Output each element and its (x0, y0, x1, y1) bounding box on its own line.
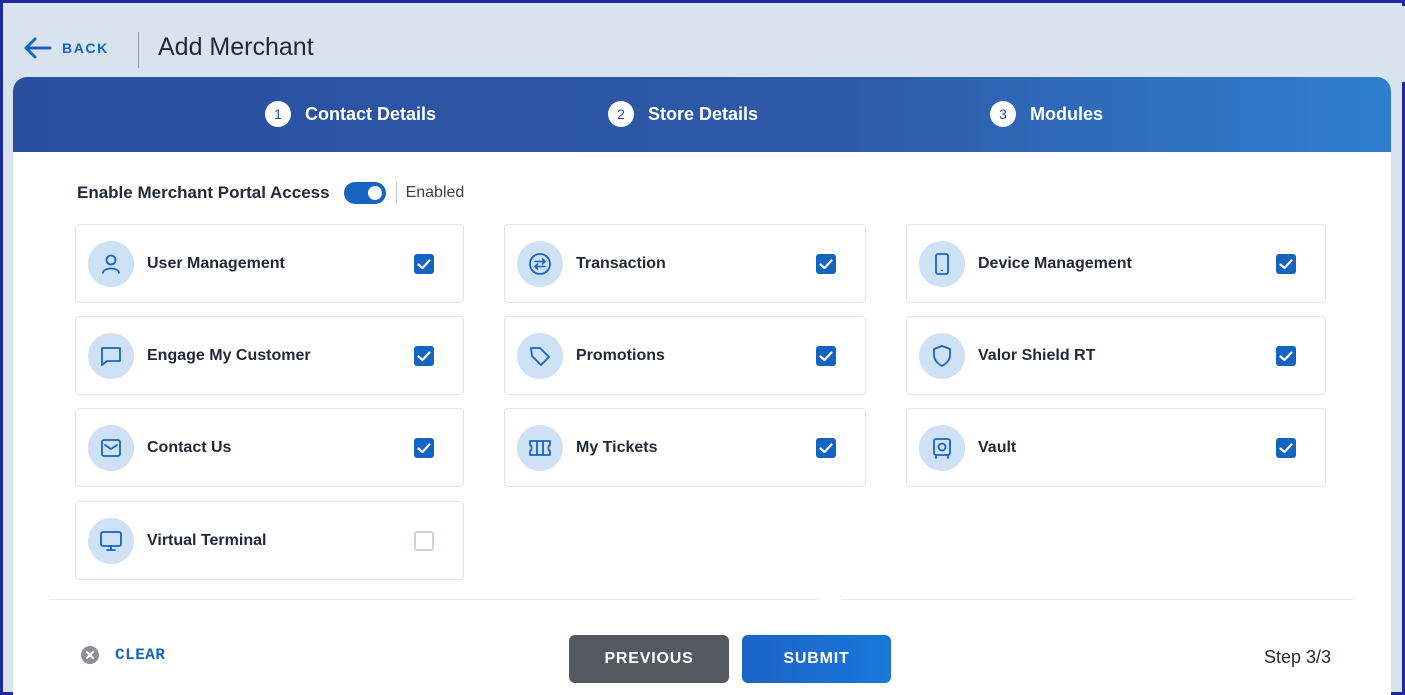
step-store-details[interactable]: 2 Store Details (608, 101, 758, 127)
step-number: 2 (608, 101, 634, 127)
step-modules[interactable]: 3 Modules (990, 101, 1103, 127)
transfer-arrows-icon (517, 241, 563, 287)
module-label: Contact Us (147, 439, 232, 456)
module-label: Promotions (576, 347, 665, 364)
module-checkbox[interactable] (414, 346, 434, 366)
user-icon (88, 241, 134, 287)
module-checkbox[interactable] (816, 254, 836, 274)
module-promotions[interactable]: Promotions (504, 316, 866, 395)
module-checkbox[interactable] (816, 346, 836, 366)
module-label: Transaction (576, 255, 666, 272)
ticket-icon (517, 425, 563, 471)
portal-access-row: Enable Merchant Portal Access Enabled (77, 182, 464, 204)
step-number: 1 (265, 101, 291, 127)
module-checkbox[interactable] (1276, 254, 1296, 274)
module-device-management[interactable]: Device Management (906, 224, 1326, 303)
step-number: 3 (990, 101, 1016, 127)
arrow-left-icon (24, 37, 52, 59)
portal-separator (395, 182, 397, 204)
module-checkbox[interactable] (816, 438, 836, 458)
safe-icon (919, 425, 965, 471)
form-card: 1 Contact Details 2 Store Details 3 Modu… (13, 77, 1391, 695)
step-label: Modules (1030, 103, 1104, 124)
header-divider (138, 32, 139, 68)
module-engage-my-customer[interactable]: Engage My Customer (75, 316, 464, 395)
portal-access-toggle[interactable] (343, 182, 386, 204)
clear-button[interactable]: CLEAR (81, 646, 166, 664)
clear-label: CLEAR (115, 646, 166, 664)
module-checkbox[interactable] (1276, 346, 1296, 366)
module-label: User Management (147, 255, 285, 272)
page-title: Add Merchant (158, 33, 314, 61)
module-vault[interactable]: Vault (906, 408, 1326, 487)
submit-button[interactable]: SUBMIT (742, 635, 891, 683)
portal-access-status: Enabled (405, 184, 465, 201)
shield-icon (919, 333, 965, 379)
monitor-icon (88, 518, 134, 564)
module-contact-us[interactable]: Contact Us (75, 408, 464, 487)
previous-button[interactable]: PREVIOUS (569, 635, 729, 683)
tag-icon (517, 333, 563, 379)
module-label: Virtual Terminal (147, 532, 267, 549)
module-label: Vault (978, 439, 1017, 456)
module-my-tickets[interactable]: My Tickets (504, 408, 866, 487)
module-checkbox[interactable] (414, 438, 434, 458)
portal-access-label: Enable Merchant Portal Access (77, 183, 330, 202)
module-checkbox[interactable] (1276, 438, 1296, 458)
module-label: Valor Shield RT (978, 347, 1096, 364)
chat-bubble-icon (88, 333, 134, 379)
footer-divider (841, 599, 1353, 600)
step-contact-details[interactable]: 1 Contact Details (265, 101, 436, 127)
module-virtual-terminal[interactable]: Virtual Terminal (75, 501, 464, 580)
step-counter: Step 3/3 (1264, 647, 1332, 667)
back-button[interactable]: BACK (22, 30, 109, 66)
module-user-management[interactable]: User Management (75, 224, 464, 303)
mail-icon (88, 425, 134, 471)
stepper: 1 Contact Details 2 Store Details 3 Modu… (13, 77, 1391, 152)
toggle-knob (367, 186, 382, 200)
module-label: Engage My Customer (147, 347, 311, 364)
step-label: Contact Details (305, 103, 437, 124)
mobile-device-icon (919, 241, 965, 287)
module-transaction[interactable]: Transaction (504, 224, 866, 303)
step-label: Store Details (648, 103, 759, 124)
module-label: Device Management (978, 255, 1132, 272)
module-valor-shield-rt[interactable]: Valor Shield RT (906, 316, 1326, 395)
close-circle-icon (81, 646, 99, 664)
top-bar: BACK Add Merchant (6, 6, 1405, 82)
module-checkbox[interactable] (414, 254, 434, 274)
footer-divider (49, 599, 819, 600)
module-checkbox[interactable] (414, 531, 434, 551)
module-label: My Tickets (576, 439, 658, 456)
back-label: BACK (62, 40, 109, 56)
